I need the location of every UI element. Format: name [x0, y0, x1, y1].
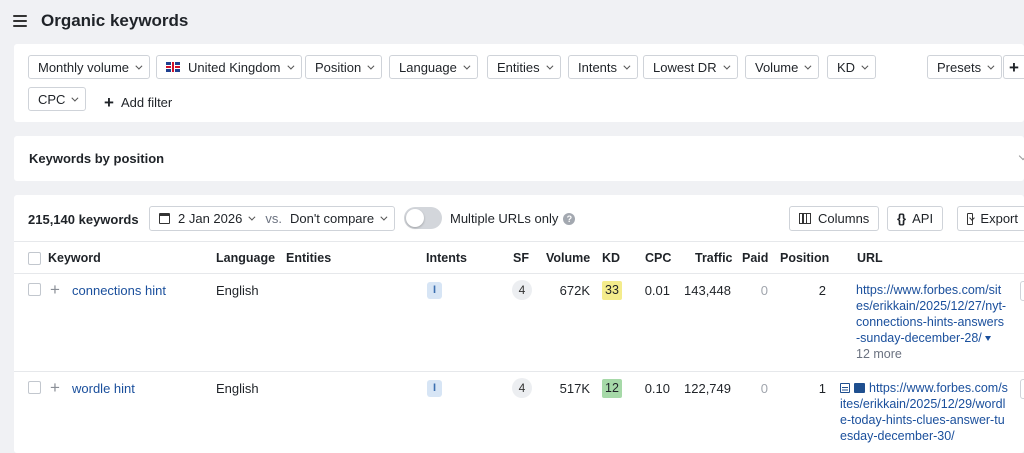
more-urls-link[interactable]: 12 more: [856, 347, 902, 361]
header-url[interactable]: URL: [857, 251, 883, 265]
api-button[interactable]: {} API: [887, 206, 944, 231]
chevron-down-icon: [623, 62, 631, 70]
top-bar: Organic keywords: [0, 0, 1024, 42]
entities-filter[interactable]: Entities: [487, 55, 561, 79]
sf-badge[interactable]: 4: [512, 280, 532, 300]
chevron-down-icon: [546, 62, 554, 70]
header-paid[interactable]: Paid: [742, 251, 768, 265]
export-button[interactable]: Export: [957, 206, 1024, 231]
api-icon: {}: [897, 211, 906, 226]
header-intents[interactable]: Intents: [426, 251, 467, 265]
header-entities[interactable]: Entities: [286, 251, 331, 265]
intents-filter[interactable]: Intents: [568, 55, 639, 79]
chevron-down-icon: [286, 62, 294, 70]
row-action-button[interactable]: [1020, 281, 1024, 301]
export-icon: [967, 212, 974, 225]
table-row: + connections hint English I 4 672K 33 0…: [14, 274, 1024, 372]
header-language[interactable]: Language: [216, 251, 275, 265]
section-title: Keywords by position: [29, 151, 165, 166]
header-traffic[interactable]: Traffic: [695, 251, 733, 265]
url-cell: https://www.forbes.com/sites/erikkain/20…: [856, 282, 1008, 362]
chevron-down-icon: [804, 62, 812, 70]
table-header: Keyword Language Entities Intents SF Vol…: [14, 241, 1024, 274]
chevron-down-icon: [380, 213, 388, 221]
filters-panel: Monthly volume United Kingdom Position L…: [14, 44, 1024, 122]
row-action-button[interactable]: [1020, 379, 1024, 399]
sf-badge[interactable]: 4: [512, 378, 532, 398]
chevron-down-icon: [722, 62, 731, 70]
language-cell: English: [216, 381, 259, 396]
intent-badge: I: [427, 282, 442, 299]
url-link[interactable]: https://www.forbes.com/sites/erikkain/20…: [856, 283, 1006, 345]
monthly-volume-filter[interactable]: Monthly volume: [28, 55, 151, 79]
chevron-down-icon: [71, 94, 79, 102]
chevron-down-icon: [861, 62, 869, 70]
url-cell: https://www.forbes.com/sites/erikkain/20…: [840, 380, 1008, 444]
position-cell: 1: [818, 381, 826, 396]
position-filter[interactable]: Position: [305, 55, 383, 79]
language-filter[interactable]: Language: [389, 55, 478, 79]
url-link[interactable]: https://www.forbes.com/sites/erikkain/20…: [840, 381, 1008, 443]
volume-cell: 672K: [559, 283, 590, 298]
paid-cell: 0: [760, 381, 768, 396]
country-filter[interactable]: United Kingdom: [156, 55, 302, 79]
select-all-checkbox[interactable]: [28, 252, 41, 265]
kd-badge: 12: [602, 379, 622, 398]
row-checkbox[interactable]: [28, 283, 41, 296]
chevron-down-icon: [987, 62, 995, 70]
intent-badge: I: [427, 380, 442, 397]
keyword-link[interactable]: connections hint: [72, 283, 166, 298]
date-compare-button[interactable]: 2 Jan 2026 vs. Don't compare: [149, 206, 396, 231]
page-title: Organic keywords: [41, 11, 189, 30]
caret-down-icon[interactable]: [984, 336, 991, 341]
multiple-urls-label: Multiple URLs only ?: [450, 211, 576, 226]
kd-filter[interactable]: KD: [827, 55, 877, 79]
cpc-cell: 0.10: [644, 381, 670, 396]
cpc-cell: 0.01: [644, 283, 670, 298]
table-row: + wordle hint English I 4 517K 12 0.10 1…: [14, 372, 1024, 453]
kd-badge: 33: [602, 281, 622, 300]
keyword-count: 215,140 keywords: [28, 212, 139, 227]
language-cell: English: [216, 283, 259, 298]
chevron-down-icon[interactable]: [1018, 151, 1024, 161]
keyword-link[interactable]: wordle hint: [72, 381, 135, 396]
add-filter-button[interactable]: + Add filter: [104, 90, 172, 114]
add-keyword-icon[interactable]: +: [50, 379, 60, 396]
header-volume[interactable]: Volume: [546, 251, 590, 265]
header-kd[interactable]: KD: [602, 251, 620, 265]
traffic-cell: 143,448: [684, 283, 731, 298]
serp-feature-icon: [840, 383, 850, 393]
columns-icon: [799, 213, 811, 224]
chevron-down-icon: [248, 213, 256, 221]
image-icon: [854, 383, 865, 393]
cpc-filter[interactable]: CPC: [28, 87, 87, 111]
keywords-table-panel: 215,140 keywords 2 Jan 2026 vs. Don't co…: [14, 195, 1024, 453]
help-icon[interactable]: ?: [563, 212, 576, 225]
position-cell: 2: [818, 283, 826, 298]
uk-flag-icon: [166, 62, 180, 72]
paid-cell: 0: [760, 283, 768, 298]
menu-icon[interactable]: [13, 15, 27, 27]
chevron-down-icon: [135, 62, 143, 70]
header-keyword[interactable]: Keyword: [48, 251, 101, 265]
chevron-down-icon: [463, 62, 471, 70]
plus-icon: +: [104, 92, 114, 112]
keywords-by-position-panel[interactable]: Keywords by position: [14, 136, 1024, 181]
chevron-down-icon: [367, 62, 375, 70]
presets-button[interactable]: Presets: [927, 55, 1003, 79]
header-position[interactable]: Position: [780, 251, 829, 265]
calendar-icon: [159, 213, 170, 224]
volume-filter[interactable]: Volume: [745, 55, 820, 79]
columns-button[interactable]: Columns: [789, 206, 880, 231]
lowest-dr-filter[interactable]: Lowest DR: [643, 55, 738, 79]
row-checkbox[interactable]: [28, 381, 41, 394]
volume-cell: 517K: [559, 381, 590, 396]
traffic-cell: 122,749: [684, 381, 731, 396]
add-button[interactable]: +: [1003, 55, 1024, 79]
multiple-urls-toggle[interactable]: [404, 207, 442, 229]
header-cpc[interactable]: CPC: [645, 251, 671, 265]
header-sf[interactable]: SF: [513, 251, 529, 265]
add-keyword-icon[interactable]: +: [50, 281, 60, 298]
plus-icon: +: [1009, 57, 1019, 77]
